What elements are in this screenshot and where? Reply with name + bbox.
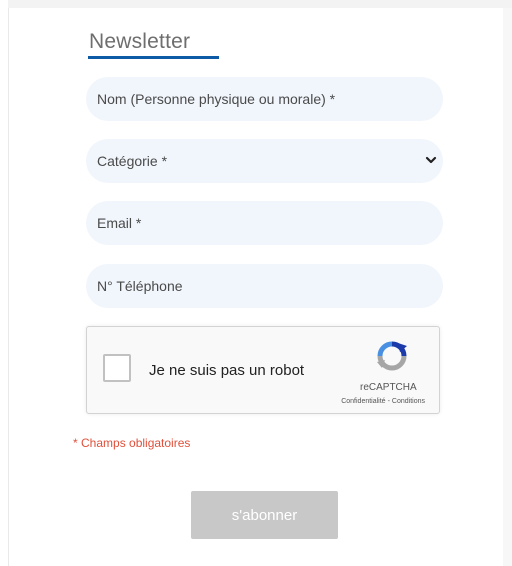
left-border bbox=[8, 8, 9, 566]
recaptcha-widget: Je ne suis pas un robot reCAPTCHA Confid… bbox=[86, 326, 440, 414]
terms-link[interactable]: Conditions bbox=[392, 398, 425, 405]
chevron-down-icon bbox=[425, 156, 437, 164]
phone-field[interactable]: N° Téléphone bbox=[86, 264, 443, 308]
privacy-link[interactable]: Confidentialité bbox=[341, 398, 385, 405]
scrollbar-track[interactable] bbox=[503, 8, 512, 566]
phone-field-placeholder: N° Téléphone bbox=[97, 278, 183, 294]
top-border bbox=[8, 0, 512, 8]
newsletter-title: Newsletter bbox=[89, 30, 191, 53]
email-field[interactable]: Email * bbox=[86, 201, 443, 245]
links-separator: - bbox=[387, 398, 390, 405]
email-field-placeholder: Email * bbox=[97, 215, 142, 231]
required-fields-note: * Champs obligatoires bbox=[73, 436, 191, 450]
recaptcha-links: Confidentialité - Conditions bbox=[341, 398, 425, 405]
recaptcha-logo-icon bbox=[377, 341, 407, 371]
recaptcha-checkbox[interactable] bbox=[103, 354, 131, 382]
recaptcha-label: Je ne suis pas un robot bbox=[149, 362, 305, 379]
subscribe-button[interactable]: s'abonner bbox=[191, 491, 338, 539]
title-underline bbox=[88, 56, 219, 59]
recaptcha-brand: reCAPTCHA bbox=[360, 382, 417, 393]
name-field-placeholder: Nom (Personne physique ou morale) * bbox=[97, 91, 336, 107]
name-field[interactable]: Nom (Personne physique ou morale) * bbox=[86, 77, 443, 121]
category-select-value: Catégorie * bbox=[97, 153, 168, 169]
category-select[interactable]: Catégorie * bbox=[86, 139, 443, 183]
